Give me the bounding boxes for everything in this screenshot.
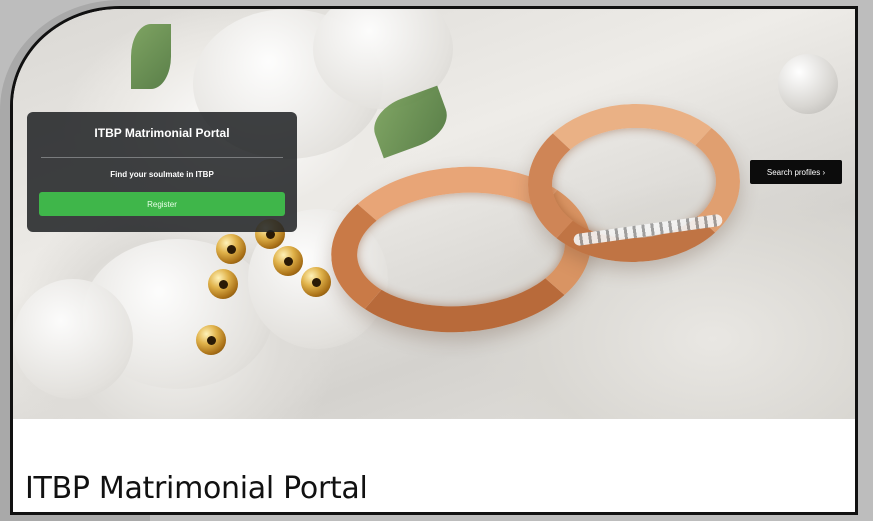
card-divider: [41, 157, 283, 158]
gold-bead: [273, 246, 303, 276]
search-profiles-button[interactable]: Search profiles ›: [750, 160, 842, 184]
portal-card: ITBP Matrimonial Portal Find your soulma…: [27, 112, 297, 232]
register-button[interactable]: Register: [39, 192, 285, 216]
leaf-decoration: [131, 24, 171, 89]
hero-banner: ITBP Matrimonial Portal Find your soulma…: [13, 9, 855, 419]
caption-area: ITBP Matrimonial Portal: [13, 419, 855, 512]
card-title: ITBP Matrimonial Portal: [94, 126, 230, 140]
screenshot-frame: ITBP Matrimonial Portal Find your soulma…: [10, 6, 858, 515]
gold-bead: [196, 325, 226, 355]
gold-bead: [216, 234, 246, 264]
gold-bead: [208, 269, 238, 299]
page-title: ITBP Matrimonial Portal: [25, 471, 368, 506]
flower-decoration: [13, 279, 133, 399]
pearl-decoration: [778, 54, 838, 114]
gold-bead: [301, 267, 331, 297]
card-tagline: Find your soulmate in ITBP: [110, 170, 214, 179]
